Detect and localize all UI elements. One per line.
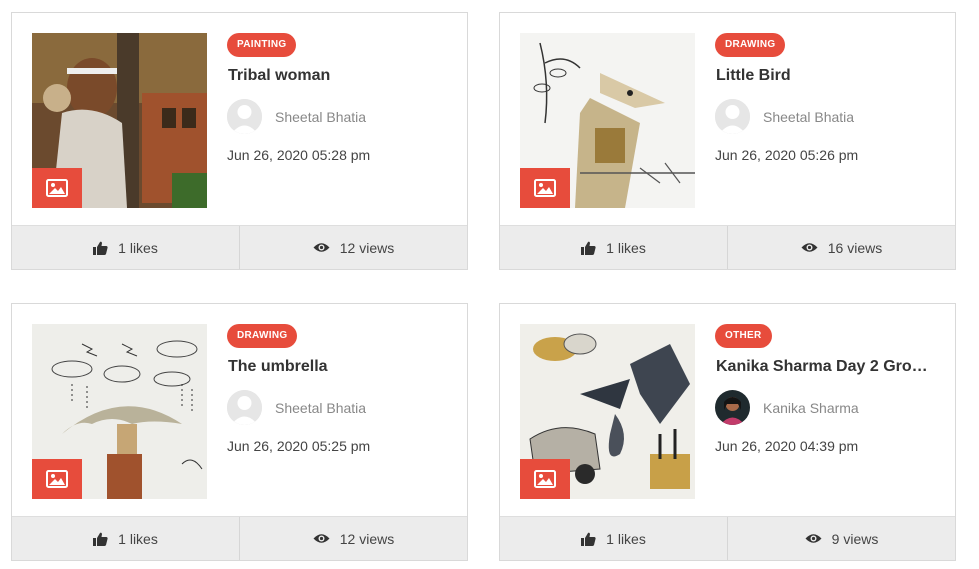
thumbs-up-icon: [93, 241, 108, 255]
card-footer: 1 likes 9 views: [500, 516, 955, 560]
card-footer: 1 likes 16 views: [500, 225, 955, 269]
artwork-title[interactable]: The umbrella: [228, 358, 443, 376]
artwork-card: DRAWING Little Bird Sheetal Bhatia Jun 2…: [499, 12, 956, 270]
category-badge[interactable]: DRAWING: [227, 324, 298, 348]
author-name[interactable]: Sheetal Bhatia: [763, 109, 854, 125]
likes-button[interactable]: 1 likes: [12, 517, 239, 560]
image-icon: [46, 470, 68, 488]
card-footer: 1 likes 12 views: [12, 225, 467, 269]
artwork-card: DRAWING The umbrella Sheetal Bhatia Jun …: [11, 303, 468, 561]
thumbs-up-icon: [581, 241, 596, 255]
artwork-card: OTHER Kanika Sharma Day 2 Grou... Kanika…: [499, 303, 956, 561]
artwork-title[interactable]: Little Bird: [716, 67, 931, 85]
eye-icon: [805, 534, 822, 543]
post-date: Jun 26, 2020 04:39 pm: [715, 438, 859, 454]
likes-count: 1 likes: [606, 530, 646, 547]
author-name[interactable]: Sheetal Bhatia: [275, 109, 366, 125]
likes-button[interactable]: 1 likes: [500, 226, 727, 269]
eye-icon: [801, 243, 818, 252]
views-button[interactable]: 12 views: [239, 226, 467, 269]
artwork-thumbnail[interactable]: [520, 33, 695, 208]
likes-button[interactable]: 1 likes: [12, 226, 239, 269]
post-date: Jun 26, 2020 05:26 pm: [715, 147, 859, 163]
views-count: 12 views: [339, 239, 395, 256]
views-button[interactable]: 9 views: [727, 517, 955, 560]
post-date: Jun 26, 2020 05:25 pm: [227, 438, 371, 454]
image-icon: [534, 470, 556, 488]
avatar[interactable]: [715, 99, 750, 134]
views-button[interactable]: 16 views: [727, 226, 955, 269]
card-footer: 1 likes 12 views: [12, 516, 467, 560]
post-date: Jun 26, 2020 05:28 pm: [227, 147, 371, 163]
image-icon: [534, 179, 556, 197]
likes-button[interactable]: 1 likes: [500, 517, 727, 560]
likes-count: 1 likes: [118, 239, 158, 256]
avatar[interactable]: [227, 99, 262, 134]
artwork-title[interactable]: Tribal woman: [228, 67, 443, 85]
image-icon: [46, 179, 68, 197]
category-badge[interactable]: DRAWING: [715, 33, 786, 57]
author-name[interactable]: Kanika Sharma: [763, 400, 859, 416]
category-badge[interactable]: PAINTING: [227, 33, 297, 57]
avatar[interactable]: [227, 390, 262, 425]
artwork-thumbnail[interactable]: [32, 324, 207, 499]
eye-icon: [313, 534, 330, 543]
artwork-card: PAINTING Tribal woman Sheetal Bhatia Jun…: [11, 12, 468, 270]
thumbs-up-icon: [93, 532, 108, 546]
image-type-badge: [32, 459, 82, 499]
likes-count: 1 likes: [118, 530, 158, 547]
author-name[interactable]: Sheetal Bhatia: [275, 400, 366, 416]
views-count: 16 views: [827, 239, 883, 256]
views-button[interactable]: 12 views: [239, 517, 467, 560]
category-badge[interactable]: OTHER: [715, 324, 772, 348]
artwork-thumbnail[interactable]: [520, 324, 695, 499]
avatar[interactable]: [715, 390, 750, 425]
artwork-thumbnail[interactable]: [32, 33, 207, 208]
likes-count: 1 likes: [606, 239, 646, 256]
eye-icon: [313, 243, 330, 252]
artwork-title[interactable]: Kanika Sharma Day 2 Grou...: [716, 358, 931, 376]
image-type-badge: [32, 168, 82, 208]
image-type-badge: [520, 168, 570, 208]
thumbs-up-icon: [581, 532, 596, 546]
views-count: 9 views: [831, 530, 879, 547]
views-count: 12 views: [339, 530, 395, 547]
image-type-badge: [520, 459, 570, 499]
